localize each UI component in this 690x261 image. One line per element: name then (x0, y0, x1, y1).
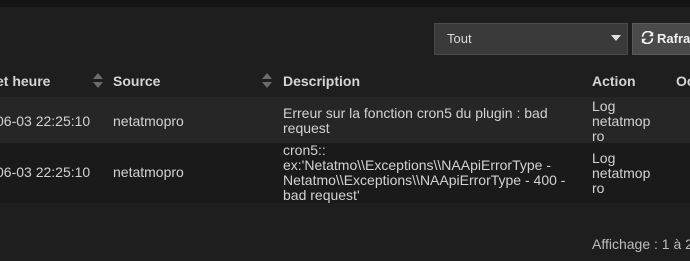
action-line: Log (592, 150, 616, 166)
column-header-extra: Oc (676, 73, 690, 89)
row-description: Erreur sur la fonction cron5 du plugin :… (283, 106, 583, 136)
row-action-log-link[interactable]: Log netatmop ro (592, 99, 662, 144)
action-line: Log (592, 98, 616, 114)
column-header-action: Action (592, 73, 636, 89)
refresh-icon (641, 25, 654, 55)
filter-select-value: Tout (447, 31, 472, 46)
action-line: netatmop (592, 165, 651, 181)
row-action-log-link[interactable]: Log netatmop ro (592, 151, 662, 196)
sort-icon[interactable] (262, 73, 272, 89)
filter-select[interactable]: Tout (434, 23, 628, 55)
description-line: Erreur sur la fonction cron5 du plugin :… (283, 105, 548, 121)
description-line: cron5:: (283, 142, 326, 158)
refresh-label: Rafraic (657, 31, 690, 46)
column-header-source[interactable]: Source (113, 65, 160, 97)
table-header: et heure Source Description Action Oc (0, 65, 690, 97)
table-row: 06-03 22:25:10 netatmopro cron5:: ex:'Ne… (0, 143, 690, 203)
action-line: ro (592, 180, 605, 196)
description-line: request (283, 120, 330, 136)
refresh-button[interactable]: Rafraic (632, 23, 690, 55)
action-line: ro (592, 128, 605, 144)
row-source: netatmopro (113, 113, 184, 129)
chevron-down-icon (611, 35, 621, 41)
description-line: ex:'Netatmo\\Exceptions\\NAApiErrorType … (283, 157, 551, 173)
row-description: cron5:: ex:'Netatmo\\Exceptions\\NAApiEr… (283, 143, 588, 203)
description-line: bad request' (283, 187, 360, 203)
pagination-info: Affichage : 1 à 2 (592, 236, 690, 252)
row-date: 06-03 22:25:10 (0, 164, 91, 180)
row-source: netatmopro (113, 164, 184, 180)
description-line: Netatmo\\Exceptions\\NAApiErrorType - 40… (283, 172, 566, 188)
top-bar (0, 0, 690, 7)
sort-icon[interactable] (93, 73, 103, 89)
toolbar: Tout Rafraic (0, 7, 690, 65)
table-row: 06-03 22:25:10 netatmopro Erreur sur la … (0, 97, 690, 144)
column-header-description[interactable]: Description (283, 65, 360, 97)
column-header-date[interactable]: et heure (0, 65, 50, 97)
row-date: 06-03 22:25:10 (0, 113, 91, 129)
action-line: netatmop (592, 113, 651, 129)
